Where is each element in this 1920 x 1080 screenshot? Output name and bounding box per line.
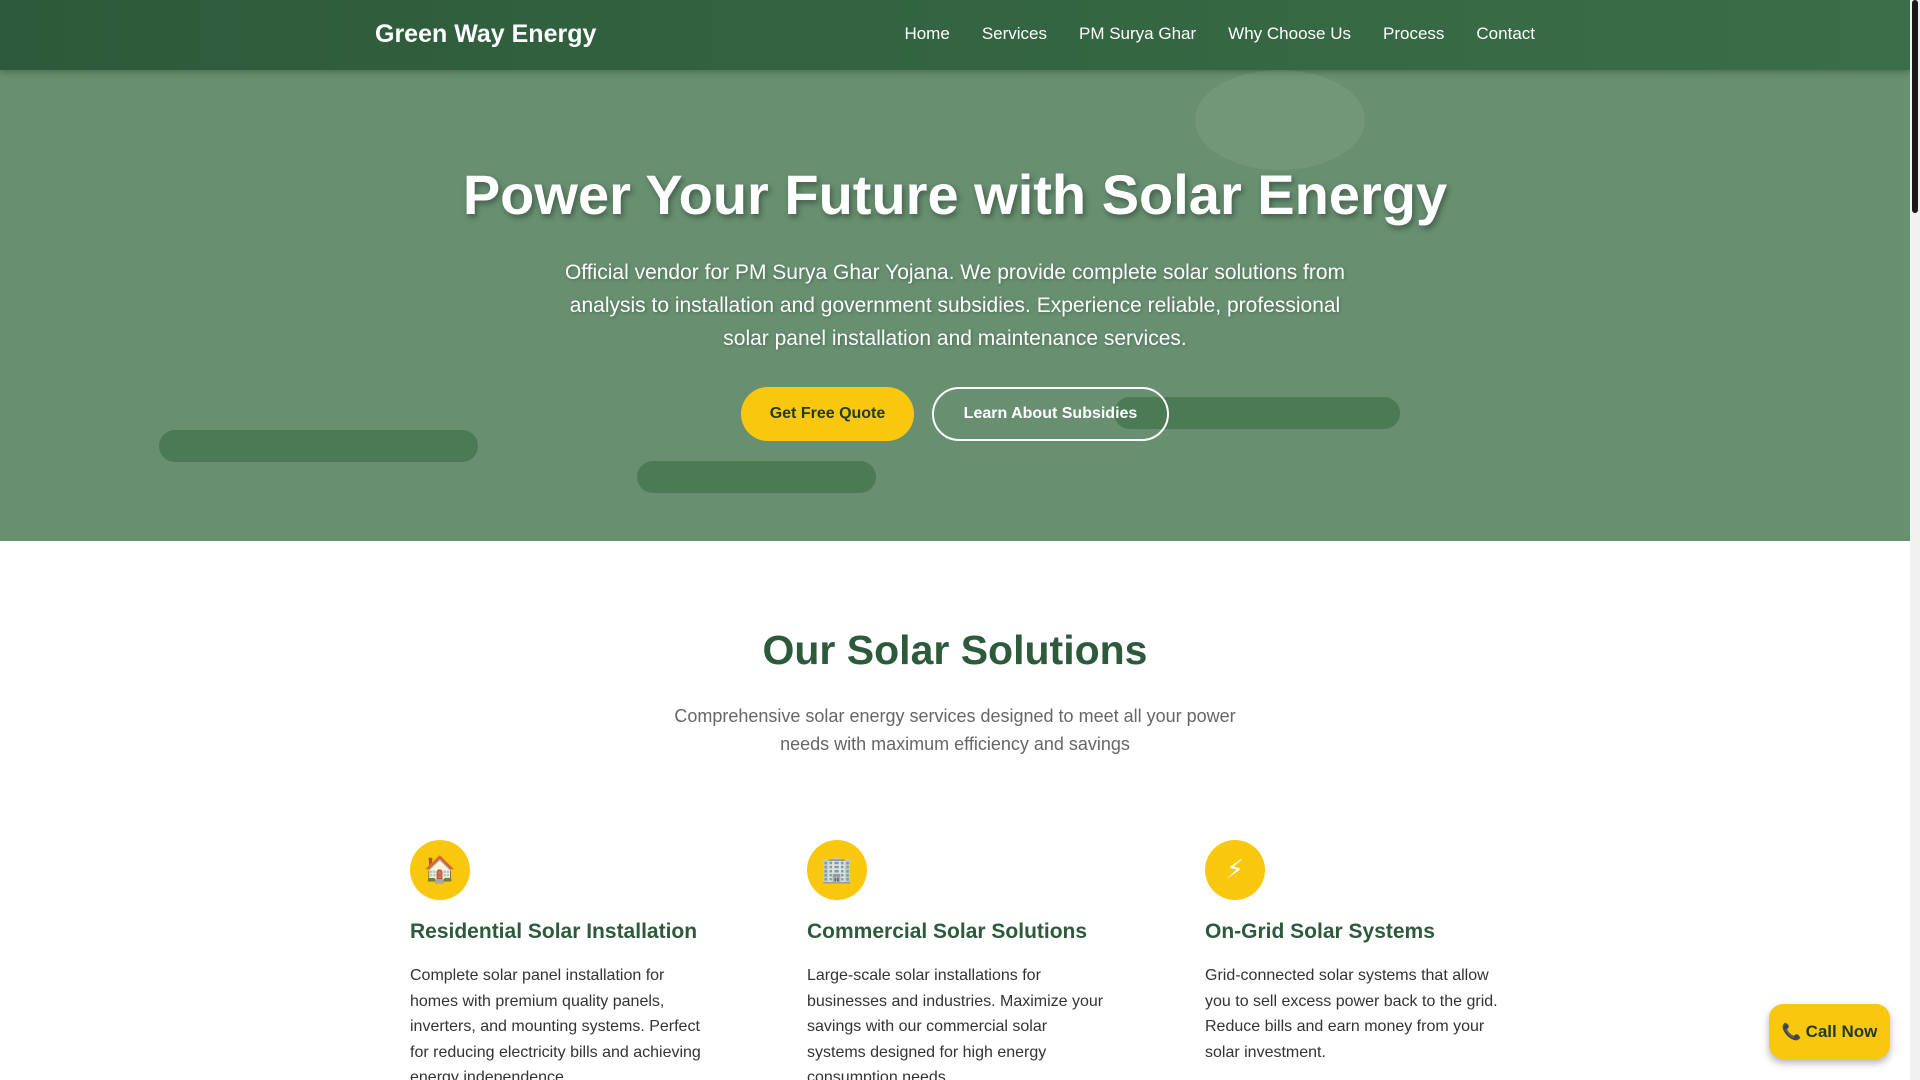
page: Green Way Energy Home Services PM Surya … <box>0 0 1920 1080</box>
page-scrollbar[interactable] <box>1910 0 1920 1080</box>
decorative-blob <box>1195 70 1365 170</box>
nav-services[interactable]: Services <box>982 24 1047 44</box>
hero-section: Power Your Future with Solar Energy Offi… <box>0 70 1910 541</box>
hero-title: Power Your Future with Solar Energy <box>462 163 1448 226</box>
solutions-title: Our Solar Solutions <box>762 627 1148 673</box>
scrollbar-thumb[interactable] <box>1912 0 1918 213</box>
decorative-pill <box>637 461 876 493</box>
house-icon: 🏠 <box>410 840 470 900</box>
lightning-icon: ⚡ <box>1205 840 1265 900</box>
hero-description: Official vendor for PM Surya Ghar Yojana… <box>564 261 1346 350</box>
site-header: Green Way Energy Home Services PM Surya … <box>0 0 1910 70</box>
nav-process[interactable]: Process <box>1383 24 1444 44</box>
call-now-button[interactable]: 📞 Call Now <box>1769 1004 1890 1059</box>
card-title: Commercial Solar Solutions <box>807 920 1088 943</box>
solutions-subtitle: Comprehensive solar energy services desi… <box>674 706 1236 754</box>
nav-home[interactable]: Home <box>904 24 949 44</box>
call-now-label: Call Now <box>1805 1021 1878 1041</box>
card-title: Residential Solar Installation <box>410 920 698 943</box>
card-title: On-Grid Solar Systems <box>1205 920 1435 943</box>
card-description: Large-scale solar installations for busi… <box>807 967 1104 1080</box>
site-logo[interactable]: Green Way Energy <box>375 20 596 49</box>
nav-contact[interactable]: Contact <box>1476 24 1535 44</box>
service-card-residential: 🏠 Residential Solar Installation Complet… <box>410 840 720 1080</box>
main-nav: Home Services PM Surya Ghar Why Choose U… <box>904 24 1535 44</box>
card-description: Grid-connected solar systems that allow … <box>1205 967 1498 1061</box>
get-free-quote-button[interactable]: Get Free Quote <box>741 387 914 441</box>
nav-why-choose-us[interactable]: Why Choose Us <box>1228 24 1351 44</box>
service-card-on-grid: ⚡ On-Grid Solar Systems Grid-connected s… <box>1205 840 1515 1065</box>
learn-about-subsidies-button[interactable]: Learn About Subsidies <box>932 387 1169 441</box>
phone-icon: 📞 <box>1781 1022 1802 1041</box>
nav-pm-surya-ghar[interactable]: PM Surya Ghar <box>1079 24 1196 44</box>
card-description: Complete solar panel installation for ho… <box>410 967 701 1080</box>
service-card-commercial: 🏢 Commercial Solar Solutions Large-scale… <box>807 840 1117 1080</box>
office-building-icon: 🏢 <box>807 840 867 900</box>
decorative-pill <box>159 430 478 462</box>
